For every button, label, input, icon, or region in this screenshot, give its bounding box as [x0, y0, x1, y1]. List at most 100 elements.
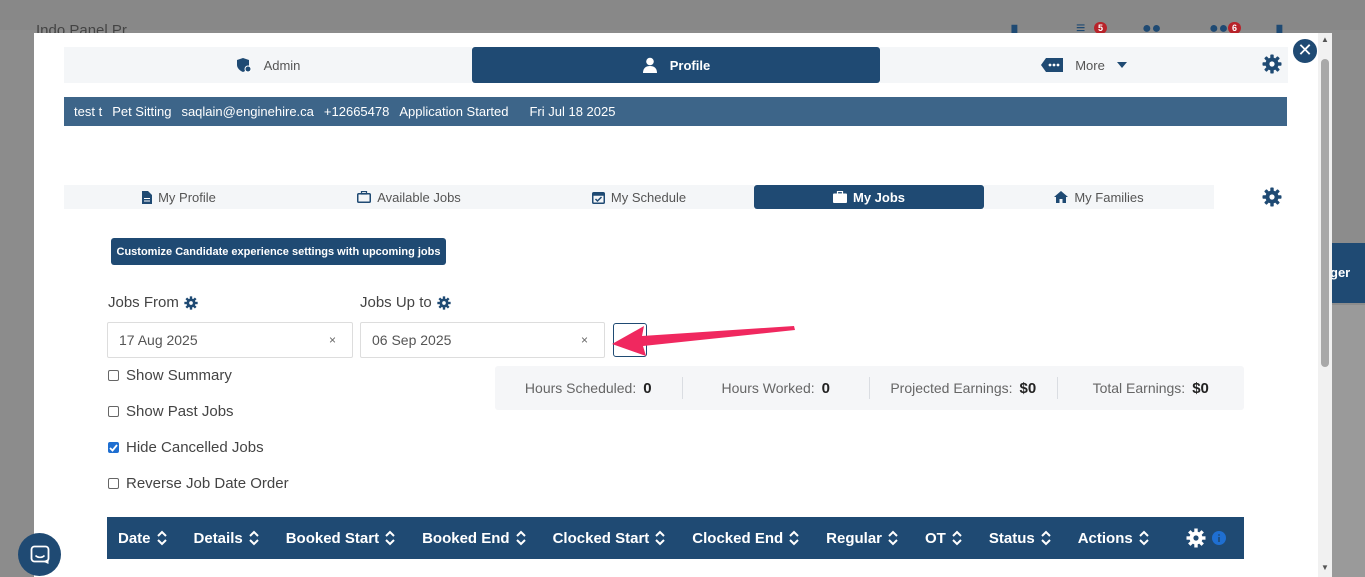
tab-profile[interactable]: Profile	[472, 47, 880, 83]
clear-icon[interactable]: ×	[581, 333, 588, 347]
user-shield-icon	[236, 57, 252, 73]
sort-icon[interactable]	[515, 530, 526, 546]
tab-available-jobs[interactable]: Available Jobs	[294, 185, 524, 209]
jobs-from-input[interactable]: 17 Aug 2025 ×	[107, 322, 353, 358]
jobs-up-to-value: 06 Sep 2025	[372, 332, 452, 348]
reverse-job-date-order-checkbox[interactable]: Reverse Job Date Order	[108, 475, 289, 492]
sort-icon[interactable]	[1040, 530, 1051, 546]
jobs-up-to-input[interactable]: 06 Sep 2025 ×	[360, 322, 605, 358]
summary-label: Projected Earnings:	[890, 380, 1013, 396]
jobs-from-text: Jobs From	[108, 294, 179, 311]
tab-my-jobs[interactable]: My Jobs	[754, 185, 984, 209]
column-header-clocked-end[interactable]: Clocked End	[692, 530, 799, 547]
total-earnings: Total Earnings: $0	[1058, 377, 1245, 399]
sort-icon[interactable]	[952, 530, 962, 546]
checkbox-box[interactable]	[108, 370, 119, 381]
jobs-from-value: 17 Aug 2025	[119, 332, 198, 348]
close-icon[interactable]: ✕	[1291, 37, 1319, 65]
jobs-up-to-label: Jobs Up to	[360, 294, 451, 311]
sort-icon[interactable]	[655, 530, 666, 546]
sort-icon[interactable]	[1139, 530, 1149, 546]
sort-icon[interactable]	[888, 530, 898, 546]
info-icon[interactable]	[1212, 531, 1226, 545]
tab-my-profile-label: My Profile	[158, 189, 216, 205]
show-past-jobs-checkbox[interactable]: Show Past Jobs	[108, 403, 234, 420]
sort-icon[interactable]	[385, 530, 395, 546]
tab-available-jobs-label: Available Jobs	[377, 189, 461, 205]
profile-subnav: My Profile Available Jobs My Schedule My…	[64, 185, 1288, 209]
column-header-clocked-start[interactable]: Clocked Start	[553, 530, 666, 547]
home-icon	[1054, 191, 1069, 203]
summary-value: $0	[1019, 379, 1037, 397]
tab-more[interactable]: More	[880, 47, 1288, 83]
column-header-label: Clocked End	[692, 529, 784, 547]
background-button: ger	[1330, 243, 1365, 303]
top-navigation: Admin Profile More	[64, 47, 1288, 83]
ellipsis-tag-icon	[1041, 58, 1064, 72]
candidate-service: Pet Sitting	[112, 104, 172, 119]
briefcase-icon	[832, 191, 847, 203]
tab-more-label: More	[1075, 57, 1105, 73]
column-header-details[interactable]: Details	[194, 530, 259, 547]
projected-earnings: Projected Earnings: $0	[870, 377, 1058, 399]
summary-value: $0	[1192, 379, 1209, 397]
background-table	[1330, 305, 1365, 577]
gear-icon[interactable]	[1262, 187, 1282, 212]
table-settings	[1186, 528, 1226, 548]
summary-label: Total Earnings:	[1092, 380, 1186, 396]
column-header-ot[interactable]: OT	[925, 530, 962, 547]
pointer-arrow-annotation	[612, 326, 795, 356]
column-header-booked-end[interactable]: Booked End	[422, 530, 526, 547]
sort-icon[interactable]	[156, 530, 167, 546]
jobs-up-to-text: Jobs Up to	[360, 294, 432, 311]
customize-settings-button[interactable]: Customize Candidate experience settings …	[111, 238, 446, 265]
candidate-status: Application Started	[399, 104, 509, 119]
scroll-thumb[interactable]	[1321, 59, 1329, 367]
profile-modal: Admin Profile More test t Pet Sitting sa…	[34, 33, 1318, 577]
gear-icon[interactable]	[1262, 54, 1282, 79]
summary-label: Hours Scheduled:	[524, 380, 637, 396]
summary-label: Hours Worked:	[721, 380, 815, 396]
gear-icon[interactable]	[184, 295, 198, 310]
summary-value: 0	[821, 379, 830, 397]
column-header-actions[interactable]: Actions	[1078, 530, 1149, 547]
sort-icon[interactable]	[789, 530, 799, 546]
show-summary-checkbox[interactable]: Show Summary	[108, 367, 232, 384]
jobs-table-header: Date Details Booked Start Booked End Clocked…	[107, 517, 1244, 559]
file-icon	[142, 190, 153, 204]
candidate-phone: +12665478	[323, 104, 390, 119]
tab-my-families[interactable]: My Families	[984, 185, 1214, 209]
checkbox-box[interactable]	[108, 478, 119, 489]
sort-icon[interactable]	[249, 530, 259, 546]
column-header-status[interactable]: Status	[989, 530, 1051, 547]
tab-my-profile[interactable]: My Profile	[64, 185, 294, 209]
column-header-label: Date	[118, 529, 151, 547]
summary-value: 0	[643, 379, 652, 397]
scroll-down-icon[interactable]: ▼	[1321, 563, 1329, 572]
hours-scheduled: Hours Scheduled: 0	[495, 377, 683, 399]
tab-admin[interactable]: Admin	[64, 47, 472, 83]
tab-profile-label: Profile	[669, 57, 711, 73]
checkbox-box-checked[interactable]	[108, 442, 119, 453]
tab-my-schedule[interactable]: My Schedule	[524, 185, 754, 209]
checkbox-box[interactable]	[108, 406, 119, 417]
tab-my-schedule-label: My Schedule	[610, 189, 687, 205]
column-header-label: Details	[193, 529, 243, 547]
gear-icon[interactable]	[1186, 528, 1206, 548]
clear-icon[interactable]: ×	[329, 333, 336, 347]
scroll-up-icon[interactable]: ▲	[1321, 35, 1329, 44]
candidate-date: Fri Jul 18 2025	[529, 104, 616, 119]
column-header-regular[interactable]: Regular	[826, 530, 898, 547]
column-header-booked-start[interactable]: Booked Start	[286, 530, 395, 547]
gear-icon[interactable]	[437, 295, 451, 310]
earnings-summary: Hours Scheduled: 0 Hours Worked: 0 Project…	[495, 366, 1244, 410]
column-header-date[interactable]: Date	[118, 530, 167, 547]
modal-scrollbar[interactable]: ▲ ▼	[1318, 33, 1332, 577]
chat-icon	[30, 545, 49, 564]
column-header-label: Clocked Start	[552, 529, 650, 547]
chat-launcher-button[interactable]	[18, 533, 61, 576]
candidate-email: saqlain@enginehire.ca	[181, 104, 314, 119]
tab-my-jobs-label: My Jobs	[852, 189, 905, 205]
hide-cancelled-jobs-checkbox[interactable]: Hide Cancelled Jobs	[108, 439, 264, 456]
hours-worked: Hours Worked: 0	[683, 377, 870, 399]
